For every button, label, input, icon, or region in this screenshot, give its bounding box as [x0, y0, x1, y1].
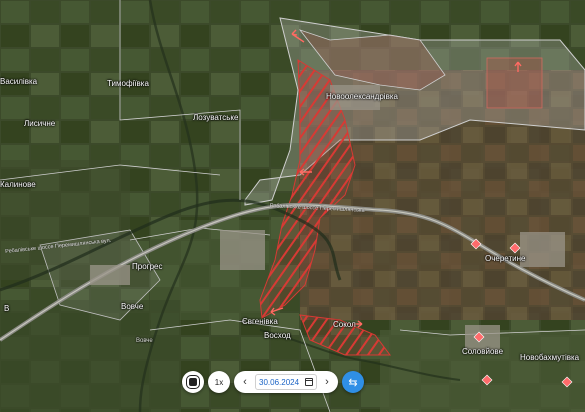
place-label-voskhod: Восход	[264, 331, 291, 340]
place-label-sokil: Сокол	[333, 320, 356, 329]
place-label-vovche-2: Вовче	[136, 338, 153, 344]
date-selector: ‹ 30.06.2024 ›	[234, 371, 338, 393]
calendar-icon	[305, 378, 313, 386]
speed-label: 1x	[214, 377, 224, 387]
date-input[interactable]: 30.06.2024	[255, 374, 317, 390]
chevron-right-icon: ›	[325, 376, 329, 388]
place-label-novooleksandrivka: Новоолександрівка	[326, 92, 398, 101]
timeline-controls: 1x ‹ 30.06.2024 › ⇆	[182, 371, 364, 393]
place-label-vasylivka: Василівка	[0, 77, 38, 86]
place-label-yevhenivka: Євгенівка	[242, 317, 278, 326]
place-label-vovche: Вовче	[121, 302, 144, 311]
swap-icon: ⇆	[348, 376, 358, 389]
record-icon	[187, 376, 199, 388]
date-prev-button[interactable]: ‹	[237, 373, 253, 391]
place-label-lozuvatske: Лозуватське	[193, 113, 239, 122]
place-label-solovyove: Соловйове	[462, 347, 504, 356]
place-label-novobakhmutivka: Новобахмутівка	[520, 353, 580, 362]
map-view[interactable]: Ребалівське шоссе Перемишлянська вул. Ре…	[0, 0, 585, 412]
date-next-button[interactable]: ›	[319, 373, 335, 391]
place-label-tymofiivka: Тимофіївка	[107, 79, 149, 88]
speed-button[interactable]: 1x	[208, 371, 230, 393]
place-label-prohres: Прогрес	[132, 262, 163, 271]
place-label-kalynove: Калинове	[0, 180, 36, 189]
place-label-lysychne: Лисичне	[24, 119, 56, 128]
place-label-v: В	[4, 304, 10, 313]
play-button[interactable]	[182, 371, 204, 393]
sync-button[interactable]: ⇆	[342, 371, 364, 393]
place-label-ocheretyne: Очеретине	[485, 254, 526, 263]
chevron-left-icon: ‹	[243, 376, 247, 388]
date-value: 30.06.2024	[259, 377, 300, 387]
